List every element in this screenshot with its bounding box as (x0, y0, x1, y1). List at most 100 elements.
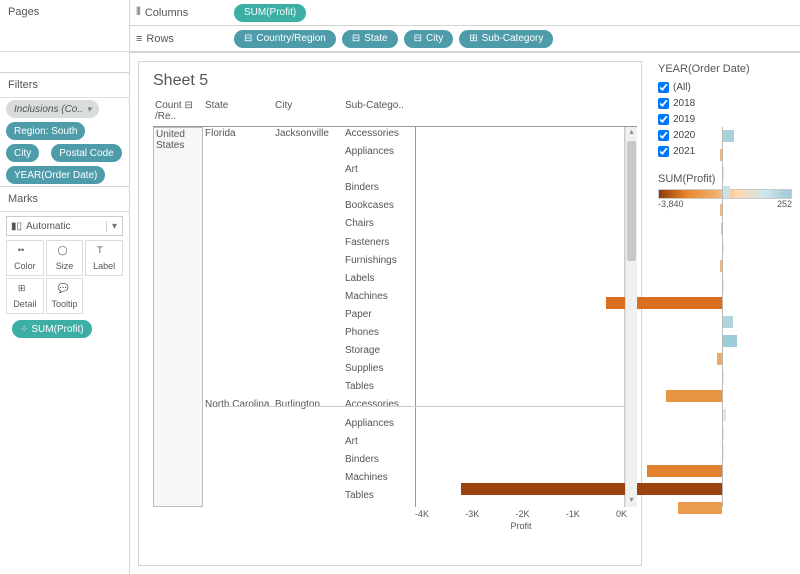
bar[interactable] (647, 465, 722, 477)
header-state[interactable]: State (203, 98, 273, 126)
chevron-down-icon[interactable]: ▾ (106, 221, 122, 232)
color-icon: •• (18, 245, 32, 259)
scroll-up-icon[interactable]: ▴ (626, 127, 637, 139)
axis-title: Profit (415, 521, 627, 531)
state-label[interactable]: North Carolina (203, 398, 273, 507)
country-label[interactable]: United States (154, 128, 202, 398)
subcat-label[interactable]: Binders (343, 453, 415, 471)
subcat-label[interactable]: Bookcases (343, 199, 415, 217)
subcat-label[interactable]: Furnishings (343, 254, 415, 272)
mark-detail[interactable]: ⊞Detail (6, 278, 44, 314)
bar[interactable] (722, 186, 730, 198)
city-label[interactable]: Jacksonville (273, 127, 343, 398)
marks-sum-pill[interactable]: ⁘ SUM(Profit) (12, 320, 92, 338)
expand-icon: ⊞ (469, 33, 477, 44)
subcat-label[interactable]: Paper (343, 308, 415, 326)
color-legend-title: SUM(Profit) (658, 173, 792, 185)
filter-pill[interactable]: Region: South (6, 122, 85, 140)
subcat-label[interactable]: Storage (343, 344, 415, 362)
year-legend-item[interactable]: (All) (658, 79, 792, 95)
mark-color[interactable]: ••Color (6, 240, 44, 276)
scrollbar[interactable]: ▴ ▾ (625, 127, 637, 507)
year-checkbox[interactable] (658, 82, 669, 93)
shelf-pill[interactable]: ⊟Country/Region (234, 30, 336, 48)
subcat-label[interactable]: Machines (343, 290, 415, 308)
year-legend-item[interactable]: 2019 (658, 111, 792, 127)
mark-tooltip[interactable]: 💬Tooltip (46, 278, 84, 314)
shelf-pill[interactable]: ⊟State (342, 30, 398, 48)
pages-panel-title: Pages (0, 0, 129, 52)
state-label[interactable]: Florida (203, 127, 273, 398)
subcat-label[interactable]: Tables (343, 380, 415, 398)
filter-pill[interactable]: Postal Code (51, 144, 121, 162)
expand-icon: ⊟ (352, 33, 360, 44)
shelf-pill[interactable]: SUM(Profit) (234, 4, 306, 22)
subcat-label[interactable]: Appliances (343, 417, 415, 435)
color-legend-max: 252 (777, 199, 792, 209)
expand-icon: ⊟ (414, 33, 422, 44)
bar[interactable] (606, 297, 722, 309)
detail-icon: ⊞ (18, 283, 32, 297)
subcat-label[interactable]: Supplies (343, 362, 415, 380)
rows-shelf[interactable]: ≡Rows ⊟Country/Region⊟State⊟City⊞Sub-Cat… (130, 26, 800, 52)
subcat-label[interactable]: Machines (343, 471, 415, 489)
subcat-label[interactable]: Binders (343, 181, 415, 199)
subcat-label[interactable]: Labels (343, 272, 415, 290)
subcat-label[interactable]: Chairs (343, 217, 415, 235)
filter-pill[interactable]: City (6, 144, 39, 162)
columns-icon: ⦀ (136, 6, 141, 19)
country-label[interactable] (154, 398, 202, 506)
bar-chart-icon: ▮▯ (11, 221, 22, 232)
subcat-label[interactable]: Tables (343, 489, 415, 507)
year-checkbox[interactable] (658, 130, 669, 141)
mark-label[interactable]: TLabel (85, 240, 123, 276)
year-legend-item[interactable]: 2018 (658, 95, 792, 111)
subcat-label[interactable]: Art (343, 435, 415, 453)
shelf-pill[interactable]: ⊞Sub-Category (459, 30, 553, 48)
bar[interactable] (722, 335, 737, 347)
size-icon: ◯ (57, 245, 71, 259)
year-legend-item[interactable]: 2021 (658, 143, 792, 159)
bar[interactable] (678, 502, 722, 514)
tooltip-icon: 💬 (57, 283, 71, 297)
axis-tick: -3K (465, 509, 479, 519)
subcat-label[interactable]: Accessories (343, 127, 415, 145)
subcat-label[interactable]: Art (343, 163, 415, 181)
color-dots-icon: ⁘ (20, 324, 28, 335)
axis-tick: -4K (415, 509, 429, 519)
axis-tick: 0K (616, 509, 627, 519)
axis-tick: -1K (566, 509, 580, 519)
shelf-pill[interactable]: ⊟City (404, 30, 454, 48)
bar[interactable] (666, 390, 722, 402)
filter-pill[interactable]: Inclusions (Co..▾ (6, 100, 99, 118)
color-legend-min: -3,840 (658, 199, 684, 209)
scroll-down-icon[interactable]: ▾ (626, 495, 637, 507)
columns-shelf[interactable]: ⦀Columns SUM(Profit) (130, 0, 800, 26)
year-legend-title: YEAR(Order Date) (658, 63, 792, 75)
year-checkbox[interactable] (658, 146, 669, 157)
year-checkbox[interactable] (658, 98, 669, 109)
marks-type-select[interactable]: ▮▯Automatic ▾ (6, 216, 123, 236)
city-label[interactable]: Burlington (273, 398, 343, 507)
bar[interactable] (722, 316, 733, 328)
subcat-label[interactable]: Accessories (343, 398, 415, 416)
bar[interactable] (461, 483, 722, 495)
subcat-label[interactable]: Phones (343, 326, 415, 344)
subcat-label[interactable]: Fasteners (343, 236, 415, 254)
header-country[interactable]: Count ⊟ /Re.. (153, 98, 203, 126)
subcat-label[interactable]: Appliances (343, 145, 415, 163)
header-subcat[interactable]: Sub-Catego.. (343, 98, 415, 126)
mark-size[interactable]: ◯Size (46, 240, 84, 276)
filters-panel-title: Filters (0, 72, 129, 98)
header-city[interactable]: City (273, 98, 343, 126)
year-checkbox[interactable] (658, 114, 669, 125)
filter-pill[interactable]: YEAR(Order Date) (6, 166, 105, 184)
sheet-title[interactable]: Sheet 5 (153, 72, 637, 90)
axis-tick: -2K (515, 509, 529, 519)
pill-menu-icon[interactable]: ▾ (87, 104, 92, 115)
scroll-thumb[interactable] (627, 141, 636, 261)
filters-list: Inclusions (Co..▾ Region: South City Postal… (0, 98, 129, 186)
bar[interactable] (722, 130, 734, 142)
marks-panel-title: Marks (0, 187, 129, 212)
expand-icon: ⊟ (244, 33, 252, 44)
